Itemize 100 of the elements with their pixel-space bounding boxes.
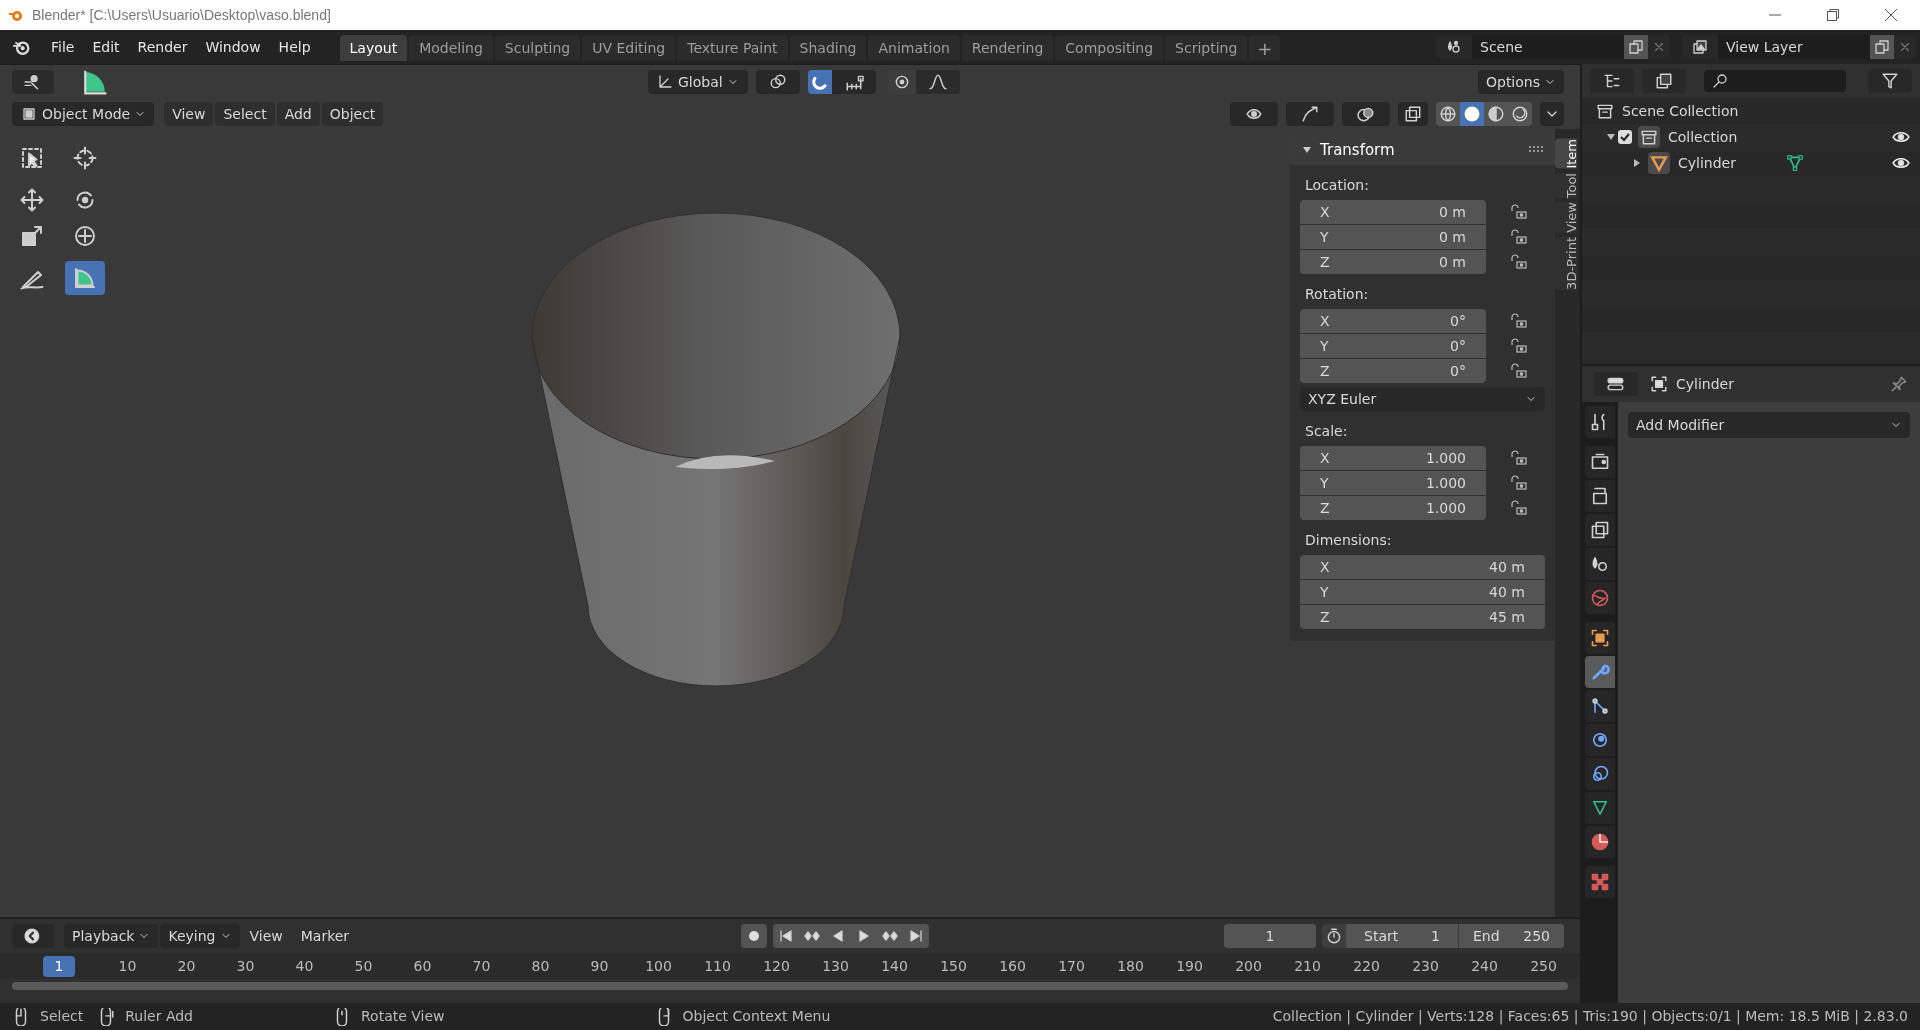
workspace-tab[interactable]: UV Editing [582, 35, 676, 61]
scene-icon[interactable] [1436, 35, 1472, 59]
number-field[interactable]: Y 0° [1300, 334, 1486, 358]
menu-item[interactable]: Render [128, 36, 197, 58]
frame-number[interactable]: 160 [983, 955, 1042, 977]
expanded-triangle-icon[interactable] [1606, 132, 1618, 142]
frame-number[interactable]: 190 [1160, 955, 1219, 977]
outliner-item[interactable]: Cylinder [1678, 152, 1736, 174]
wireframe-shading-icon[interactable] [1436, 102, 1460, 126]
frame-number[interactable]: 40 [275, 955, 334, 977]
number-field[interactable]: Y 1.000 [1300, 471, 1486, 495]
frame-number[interactable]: 50 [334, 955, 393, 977]
blender-logo-icon[interactable] [12, 38, 30, 56]
menu-item[interactable]: Help [269, 36, 320, 58]
scrollbar[interactable] [12, 982, 1568, 990]
menu-dropdown[interactable]: Playback [64, 924, 159, 948]
frame-number[interactable]: 240 [1455, 955, 1514, 977]
frame-number[interactable]: 230 [1396, 955, 1455, 977]
number-field[interactable]: Z 0 m [1300, 250, 1486, 274]
frame-number[interactable]: 70 [452, 955, 511, 977]
falloff-curve-icon[interactable] [916, 70, 960, 94]
start-frame-field[interactable]: Start 1 [1346, 924, 1458, 948]
sidebar-tab[interactable]: Item [1555, 139, 1577, 169]
number-field[interactable]: Z 1.000 [1300, 496, 1486, 520]
menu-item[interactable]: View [164, 102, 214, 126]
frame-number[interactable]: 10 [98, 955, 157, 977]
menu-item[interactable]: Add [276, 102, 320, 126]
orientation-dropdown[interactable]: Global [648, 70, 748, 94]
frame-number[interactable]: 250 [1514, 955, 1573, 977]
checkbox[interactable] [1618, 130, 1632, 144]
workspace-tab[interactable]: Modeling [409, 35, 493, 61]
unlocked-padlock-icon[interactable] [1510, 338, 1528, 354]
render-properties-icon[interactable] [1585, 446, 1615, 478]
menu-item[interactable]: Window [196, 36, 270, 58]
frame-number[interactable]: 170 [1042, 955, 1101, 977]
editor-type-icon[interactable] [12, 70, 54, 94]
unlocked-padlock-icon[interactable] [1510, 450, 1528, 466]
frame-number[interactable]: 150 [924, 955, 983, 977]
scene-properties-icon[interactable] [1585, 548, 1615, 580]
menu-item[interactable]: Edit [83, 36, 129, 58]
sidebar-tab[interactable]: 3D-Print [1555, 236, 1577, 290]
unlocked-padlock-icon[interactable] [1510, 363, 1528, 379]
frame-number[interactable]: 80 [511, 955, 570, 977]
record-icon[interactable] [741, 924, 768, 948]
data-properties-icon[interactable] [1585, 792, 1615, 824]
unlocked-padlock-icon[interactable] [1510, 313, 1528, 329]
workspace-tab[interactable]: Sculpting [494, 35, 581, 61]
material-properties-icon[interactable] [1585, 826, 1615, 858]
material-shading-icon[interactable] [1484, 102, 1508, 126]
add-modifier-dropdown[interactable]: Add Modifier [1628, 412, 1910, 438]
texture-properties-icon[interactable] [1585, 866, 1615, 898]
stopwatch-icon[interactable] [1322, 924, 1346, 948]
unlocked-padlock-icon[interactable] [1510, 500, 1528, 516]
name-field[interactable]: View Layer [1718, 35, 1870, 59]
frame-number[interactable]: 60 [393, 955, 452, 977]
frame-number[interactable]: 120 [747, 955, 806, 977]
duplicate-icon[interactable] [1870, 35, 1894, 59]
number-field[interactable]: X 0 m [1300, 200, 1486, 224]
measure-tool-icon[interactable] [65, 261, 105, 295]
frame-number[interactable]: 20 [157, 955, 216, 977]
frame-number[interactable]: 140 [865, 955, 924, 977]
frame-number[interactable]: 1 [43, 955, 75, 977]
add-workspace-button[interactable]: + [1249, 35, 1281, 61]
frame-number[interactable]: 220 [1337, 955, 1396, 977]
unlocked-padlock-icon[interactable] [1510, 475, 1528, 491]
unlocked-padlock-icon[interactable] [1510, 229, 1528, 245]
menu-dropdown[interactable]: Keying [160, 924, 240, 948]
constraints-properties-icon[interactable] [1585, 758, 1615, 790]
view-layer-icon[interactable] [1682, 35, 1718, 59]
workspace-tab[interactable]: Texture Paint [677, 35, 788, 61]
number-field[interactable]: Z 0° [1300, 359, 1486, 383]
number-field[interactable]: X 40 m [1300, 555, 1545, 579]
workspace-tab[interactable]: Layout [339, 35, 408, 61]
magnet-icon[interactable] [808, 70, 832, 94]
drag-handle-icon[interactable] [1529, 146, 1543, 154]
menu-item[interactable]: Object [321, 102, 384, 126]
particles-properties-icon[interactable] [1585, 690, 1615, 722]
filter-icon[interactable] [1868, 69, 1912, 93]
pivot-icon[interactable] [756, 70, 800, 94]
gizmo-icon[interactable] [1286, 102, 1334, 126]
menu-item[interactable]: File [42, 36, 84, 58]
snap-increment-icon[interactable] [832, 70, 876, 94]
frame-number[interactable]: 100 [629, 955, 688, 977]
outliner-item[interactable]: Collection [1668, 126, 1738, 148]
caret-icon[interactable] [1540, 102, 1564, 126]
number-field[interactable]: Z 45 m [1300, 605, 1545, 629]
rendered-shading-icon[interactable] [1508, 102, 1532, 126]
workspace-tab[interactable]: Rendering [961, 35, 1054, 61]
output-properties-icon[interactable] [1585, 480, 1615, 512]
workspace-tab[interactable]: Compositing [1055, 35, 1164, 61]
proportional-edit-icon[interactable] [888, 70, 916, 94]
duplicate-icon[interactable] [1624, 35, 1648, 59]
editor-type-icon[interactable] [12, 924, 54, 948]
frame-number[interactable]: 110 [688, 955, 747, 977]
pin-icon[interactable] [1890, 375, 1908, 393]
physics-properties-icon[interactable] [1585, 724, 1615, 756]
unlocked-padlock-icon[interactable] [1510, 204, 1528, 220]
options-dropdown[interactable]: Options [1477, 70, 1564, 94]
view-layer-icon[interactable] [1642, 69, 1686, 93]
mesh-data-icon[interactable] [1785, 154, 1804, 172]
